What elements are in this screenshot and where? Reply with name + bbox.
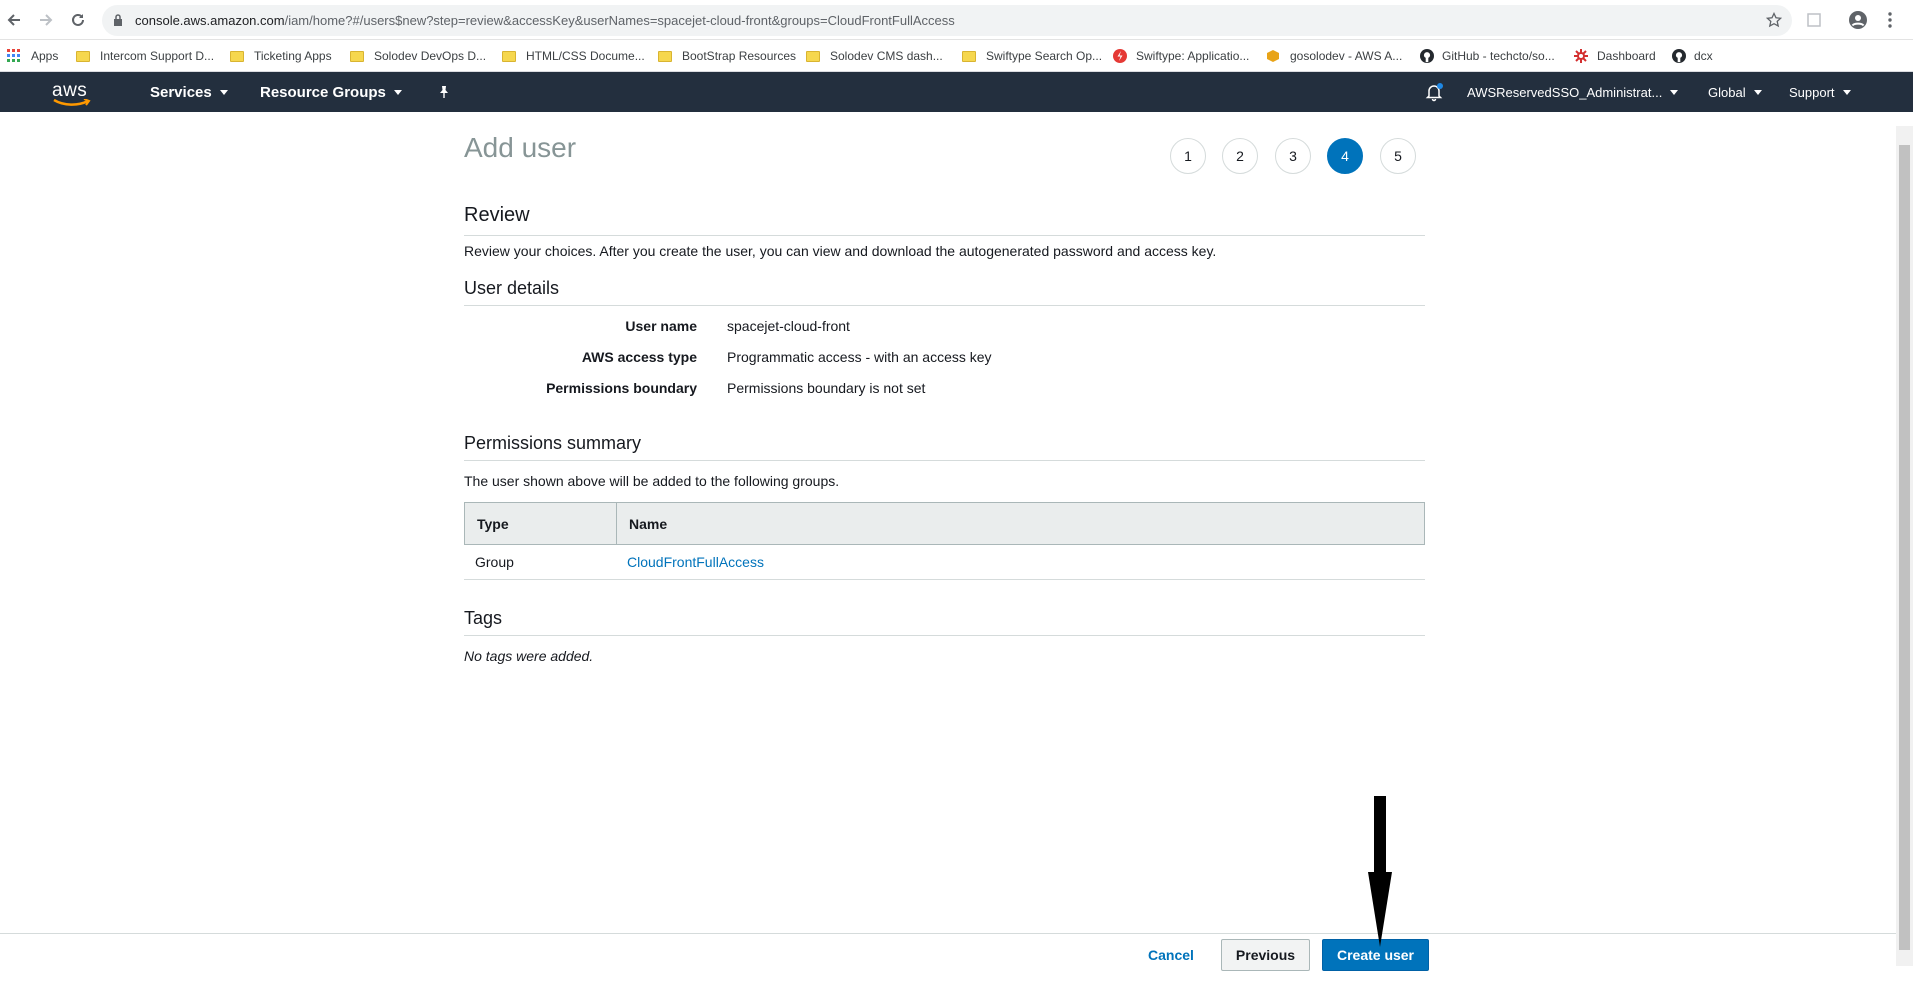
github-icon	[1420, 49, 1434, 63]
folder-icon	[76, 50, 90, 62]
tags-heading: Tags	[464, 608, 503, 628]
step-3[interactable]: 3	[1275, 138, 1311, 174]
divider	[464, 305, 1425, 306]
lock-icon	[114, 14, 122, 26]
folder-icon	[502, 50, 516, 62]
extension-icon[interactable]	[1802, 8, 1826, 32]
scrollbar-thumb[interactable]	[1899, 145, 1910, 950]
divider	[464, 635, 1425, 636]
bookmark-intercom[interactable]: Intercom Support D...	[76, 40, 214, 72]
permissions-boundary-value: Permissions boundary is not set	[727, 380, 926, 396]
star-icon[interactable]	[1762, 8, 1786, 32]
bookmark-apps[interactable]: Apps	[7, 40, 58, 72]
annotation-arrow-head	[1368, 872, 1392, 947]
pin-icon[interactable]	[437, 72, 451, 112]
bookmark-swiftype-app[interactable]: Swiftype: Applicatio...	[1113, 40, 1249, 72]
permissions-summary-heading: Permissions summary	[464, 433, 642, 453]
table-header: Type Name	[464, 502, 1425, 545]
aws-smile-icon	[53, 98, 91, 106]
folder-icon	[350, 50, 364, 62]
folder-icon	[658, 50, 672, 62]
bookmark-github-techcto[interactable]: GitHub - techcto/so...	[1420, 40, 1555, 72]
chevron-down-icon	[1670, 89, 1679, 95]
table-row: Group CloudFrontFullAccess	[464, 545, 1425, 580]
menu-kebab-icon[interactable]	[1878, 8, 1902, 32]
divider	[464, 460, 1425, 461]
column-header-name: Name	[629, 515, 668, 532]
user-name-label: User name	[625, 318, 697, 334]
bookmark-bootstrap[interactable]: BootStrap Resources	[658, 40, 796, 72]
bookmark-dashboard[interactable]: Dashboard	[1574, 40, 1656, 72]
browser-toolbar: console.aws.amazon.com/iam/home?#/users$…	[0, 0, 1913, 40]
region-menu[interactable]: Global	[1708, 72, 1762, 112]
step-5[interactable]: 5	[1380, 138, 1416, 174]
wizard-footer	[0, 933, 1896, 981]
url-text[interactable]: console.aws.amazon.com/iam/home?#/users$…	[135, 13, 955, 28]
cancel-button[interactable]: Cancel	[1131, 939, 1211, 971]
previous-button[interactable]: Previous	[1221, 939, 1310, 971]
chevron-down-icon	[393, 89, 402, 95]
aws-top-nav: aws Services Resource Groups AWSReserved…	[0, 72, 1913, 112]
aws-logo[interactable]: aws	[52, 74, 92, 114]
resource-groups-menu[interactable]: Resource Groups	[260, 72, 402, 112]
user-name-value: spacejet-cloud-front	[727, 318, 850, 334]
bookmark-html-css[interactable]: HTML/CSS Docume...	[502, 40, 645, 72]
group-type-cell: Group	[475, 554, 514, 570]
aws-box-icon	[1267, 50, 1279, 62]
folder-icon	[230, 50, 244, 62]
review-description: Review your choices. After you create th…	[464, 243, 1217, 259]
folder-icon	[962, 50, 976, 62]
step-1[interactable]: 1	[1170, 138, 1206, 174]
permissions-description: The user shown above will be added to th…	[464, 473, 840, 489]
step-4-active[interactable]: 4	[1327, 138, 1363, 174]
services-menu[interactable]: Services	[150, 72, 228, 112]
reload-icon[interactable]	[66, 8, 90, 32]
github-icon	[1672, 49, 1686, 63]
chevron-down-icon	[1753, 89, 1762, 95]
group-name-link[interactable]: CloudFrontFullAccess	[616, 545, 764, 579]
bell-icon[interactable]	[1424, 72, 1444, 112]
chevron-down-icon	[1842, 89, 1851, 95]
dashboard-icon	[1574, 49, 1588, 63]
step-2[interactable]: 2	[1222, 138, 1258, 174]
apps-grid-icon	[7, 49, 20, 62]
bookmark-solodev-cms[interactable]: Solodev CMS dash...	[806, 40, 943, 72]
page-title: Add user	[464, 132, 577, 163]
swiftype-icon	[1113, 49, 1127, 63]
bookmark-ticketing[interactable]: Ticketing Apps	[230, 40, 332, 72]
access-type-value: Programmatic access - with an access key	[727, 349, 992, 365]
profile-icon[interactable]	[1846, 8, 1870, 32]
permissions-boundary-label: Permissions boundary	[546, 380, 697, 396]
chevron-down-icon	[219, 89, 228, 95]
column-header-type: Type	[465, 503, 617, 544]
divider	[464, 235, 1425, 236]
user-details-heading: User details	[464, 278, 560, 298]
bookmark-swiftype-search[interactable]: Swiftype Search Op...	[962, 40, 1102, 72]
bookmarks-bar: Apps Intercom Support D... Ticketing App…	[0, 40, 1913, 72]
bookmark-gosolodev[interactable]: gosolodev - AWS A...	[1266, 40, 1402, 72]
account-menu[interactable]: AWSReservedSSO_Administrat...	[1467, 72, 1679, 112]
bookmark-dcx[interactable]: dcx	[1672, 40, 1713, 72]
groups-table: Type Name Group CloudFrontFullAccess	[464, 502, 1425, 580]
annotation-arrow-shaft	[1374, 796, 1386, 876]
support-menu[interactable]: Support	[1789, 72, 1851, 112]
access-type-label: AWS access type	[581, 349, 697, 365]
bookmark-solodev-devops[interactable]: Solodev DevOps D...	[350, 40, 486, 72]
folder-icon	[806, 50, 820, 62]
tags-empty-text: No tags were added.	[464, 648, 594, 664]
forward-icon[interactable]	[34, 8, 58, 32]
back-icon[interactable]	[2, 8, 26, 32]
review-heading: Review	[464, 204, 530, 226]
